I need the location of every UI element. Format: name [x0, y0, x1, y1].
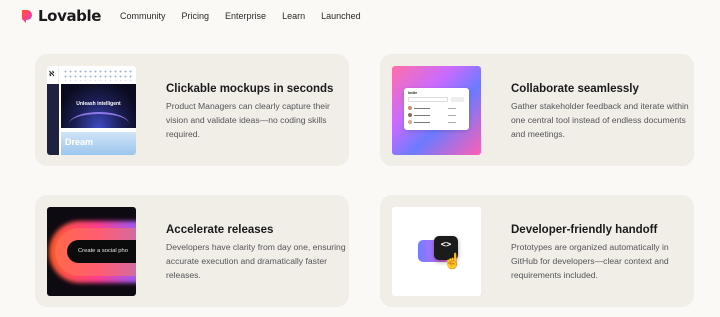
feature-card-accelerate: Create a social pho Accelerate releases …	[35, 195, 349, 307]
nav-link-community[interactable]: Community	[120, 11, 166, 21]
prompt-text: Create a social pho	[78, 248, 128, 254]
card-description: Developers have clarity from day one, en…	[166, 242, 346, 280]
pointer-hand-icon: ☝	[443, 253, 462, 270]
top-nav: Lovable Community Pricing Enterprise Lea…	[0, 0, 720, 32]
app-logo-icon: ℵ	[49, 71, 55, 78]
nav-link-learn[interactable]: Learn	[282, 11, 305, 21]
mockups-thumbnail: ℵ Unleash intelligent Dream	[47, 66, 136, 155]
card-description: Gather stakeholder feedback and iterate …	[511, 101, 689, 139]
card-description: Product Managers can clearly capture the…	[166, 101, 330, 139]
invite-panel-title: Invite	[408, 91, 418, 95]
card-title: Accelerate releases	[166, 224, 274, 236]
lovable-logo-icon	[22, 10, 32, 23]
nav-link-pricing[interactable]: Pricing	[182, 11, 210, 21]
collaborate-thumbnail: Invite	[392, 66, 481, 155]
nav-link-launched[interactable]: Launched	[321, 11, 361, 21]
feature-card-collaborate: Invite Collaborate seamlessly Gather sta…	[380, 54, 694, 166]
handoff-thumbnail: <> ☝	[392, 207, 481, 296]
feature-card-mockups: ℵ Unleash intelligent Dream Clickable mo…	[35, 54, 349, 166]
card-description: Prototypes are organized automatically i…	[511, 242, 669, 280]
mockup-hero-text: Unleash intelligent	[76, 101, 121, 107]
logo[interactable]: Lovable	[20, 7, 101, 25]
card-title: Developer-friendly handoff	[511, 224, 658, 236]
nav-link-enterprise[interactable]: Enterprise	[225, 11, 266, 21]
card-title: Clickable mockups in seconds	[166, 83, 334, 95]
mockup-banner-text: Dream	[65, 137, 94, 147]
code-glyph: <>	[440, 240, 452, 250]
accelerate-thumbnail: Create a social pho	[47, 207, 136, 296]
logo-text: Lovable	[38, 7, 102, 25]
feature-card-handoff: <> ☝ Developer-friendly handoff Prototyp…	[380, 195, 694, 307]
nav-links: Community Pricing Enterprise Learn Launc…	[120, 11, 377, 21]
card-title: Collaborate seamlessly	[511, 83, 639, 95]
